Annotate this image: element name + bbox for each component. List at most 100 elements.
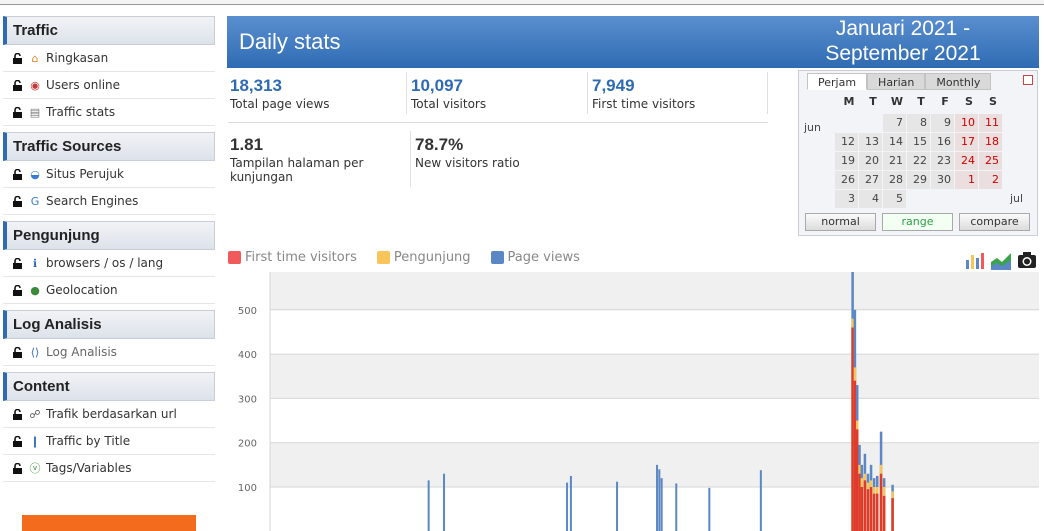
legend-label: First time visitors [245, 250, 357, 265]
calendar-day[interactable]: 7 [883, 114, 906, 132]
live-icon: ◉ [30, 78, 40, 92]
y-tick-label: 200 [238, 439, 257, 450]
weekday-label: T [869, 95, 877, 108]
tab-monthly[interactable]: Monthly [925, 73, 992, 90]
calendar-day[interactable]: 28 [883, 171, 906, 189]
date-range-line-1: Januari 2021 - [835, 17, 971, 40]
calendar-day[interactable]: 5 [883, 190, 906, 208]
tag-icon: ⓥ [29, 462, 41, 475]
calendar-day[interactable]: 26 [835, 171, 858, 189]
lock-icon [11, 408, 23, 420]
page-header: Daily stats Januari 2021 - September 202… [227, 16, 1039, 68]
stat-pages-per-visit: 1.81 Tampilan halaman per kunjungan [230, 135, 364, 184]
divider [767, 72, 768, 114]
calendar-day[interactable]: 2 [979, 171, 1002, 189]
compare-button[interactable]: compare [959, 213, 1030, 231]
calendar-icon[interactable] [1023, 75, 1033, 85]
chart-legend: First time visitors Pengunjung Page views [228, 250, 600, 265]
lock-icon [11, 462, 23, 474]
calendar-day[interactable]: 17 [955, 133, 978, 151]
calendar-day[interactable]: 12 [835, 133, 858, 151]
weekday-label: S [965, 95, 973, 108]
calendar-day[interactable]: 1 [955, 171, 978, 189]
stat-value: 78.7% [415, 135, 464, 154]
calendar-day[interactable]: 22 [907, 152, 930, 170]
legend-label: Pengunjung [393, 250, 471, 265]
calendar-day[interactable]: 29 [907, 171, 930, 189]
sidebar-item[interactable]: ❙ Traffic by Title [3, 428, 215, 455]
calendar-day[interactable]: 18 [979, 133, 1002, 151]
sidebar-item[interactable]: ⟨⟩ Log Analisis [3, 339, 215, 366]
sidebar-item[interactable]: ⌂ Ringkasan [3, 45, 215, 72]
sidebar-item[interactable]: ℹ browsers / os / lang [3, 250, 215, 277]
calendar-day[interactable]: 21 [883, 152, 906, 170]
tab-harian[interactable]: Harian [867, 73, 926, 90]
legend-item[interactable]: Page views [490, 250, 580, 265]
sidebar-item[interactable]: ▤ Traffic stats [3, 99, 215, 126]
sidebar-item[interactable]: ◉ Users online [3, 72, 215, 99]
promo-button[interactable] [22, 515, 196, 531]
calendar-day[interactable]: 14 [883, 133, 906, 151]
calendar-day[interactable]: 20 [859, 152, 882, 170]
daily-stats-chart: 100 200 300 400 500 600 [227, 243, 1039, 531]
calendar-day[interactable]: 30 [931, 171, 954, 189]
stat-label: First time visitors [592, 97, 696, 111]
calendar-day[interactable]: 19 [835, 152, 858, 170]
calendar-day[interactable]: 15 [907, 133, 930, 151]
sidebar-section-items: ⌂ Ringkasan ◉ Users online ▤ Traffic stats [3, 45, 215, 126]
calendar-day[interactable]: 9 [931, 114, 954, 132]
sidebar-section-title: Pengunjung [3, 221, 215, 250]
area-chart-icon[interactable] [991, 250, 1011, 270]
y-tick-label: 400 [238, 350, 257, 361]
sidebar-item[interactable]: G Search Engines [3, 188, 215, 215]
sidebar-section-items: ⟨⟩ Log Analisis [3, 339, 215, 366]
tab-perjam[interactable]: Perjam [807, 73, 868, 90]
first-time-bar [853, 380, 857, 531]
calendar-day[interactable]: 8 [907, 114, 930, 132]
sidebar-item-label: Traffic stats [46, 105, 116, 119]
page-views-bar [759, 470, 762, 531]
calendar-day[interactable]: 24 [955, 152, 978, 170]
lock-icon [11, 168, 23, 180]
normal-button[interactable]: normal [805, 213, 876, 231]
calendar-day[interactable]: 10 [955, 114, 978, 132]
calendar-empty-cell [859, 114, 882, 132]
bar-chart-icon[interactable] [965, 250, 985, 270]
legend-label: Page views [507, 250, 580, 265]
month-label-end: jul [1010, 192, 1024, 205]
sidebar-item-label: Situs Perujuk [46, 167, 124, 181]
sidebar-item[interactable]: ☍ Trafik berdasarkan url [3, 401, 215, 428]
calendar-day[interactable]: 4 [859, 190, 882, 208]
sidebar-item[interactable]: ⓥ Tags/Variables [3, 455, 215, 482]
weekday-label: M [843, 95, 855, 108]
top-bar [0, 0, 1044, 5]
month-label-start: jun [804, 121, 821, 134]
calendar-icon: ▤ [29, 105, 41, 119]
link-icon: ☍ [29, 407, 41, 421]
legend-swatch [376, 251, 390, 264]
calendar-day[interactable]: 23 [931, 152, 954, 170]
page-views-bar [569, 475, 572, 531]
calendar-day[interactable]: 16 [931, 133, 954, 151]
date-picker: Perjam Harian Monthly M TWT F S S jun jul 78… [798, 70, 1038, 236]
calendar-day[interactable]: 3 [835, 190, 858, 208]
y-tick-label: 500 [238, 306, 257, 317]
legend-item[interactable]: First time visitors [228, 250, 357, 265]
calendar-day[interactable]: 25 [979, 152, 1002, 170]
legend-item[interactable]: Pengunjung [376, 250, 471, 265]
calendar-day[interactable]: 11 [979, 114, 1002, 132]
calendar-empty-cell [907, 190, 930, 208]
sidebar-section-items: ◒ Situs Perujuk G Search Engines [3, 161, 215, 215]
first-time-bar [879, 473, 883, 531]
sidebar-item[interactable]: ● Geolocation [3, 277, 215, 304]
camera-icon[interactable] [1017, 250, 1037, 270]
calendar-day[interactable]: 13 [859, 133, 882, 151]
stat-first-time: 7,949 First time visitors [592, 76, 695, 111]
divider [406, 72, 407, 114]
calendar-day[interactable]: 27 [859, 171, 882, 189]
sidebar-item[interactable]: ◒ Situs Perujuk [3, 161, 215, 188]
stat-label: Total visitors [411, 97, 487, 111]
stat-value: 7,949 [592, 76, 635, 95]
range-button[interactable]: range [882, 213, 953, 231]
lock-icon [11, 52, 23, 64]
